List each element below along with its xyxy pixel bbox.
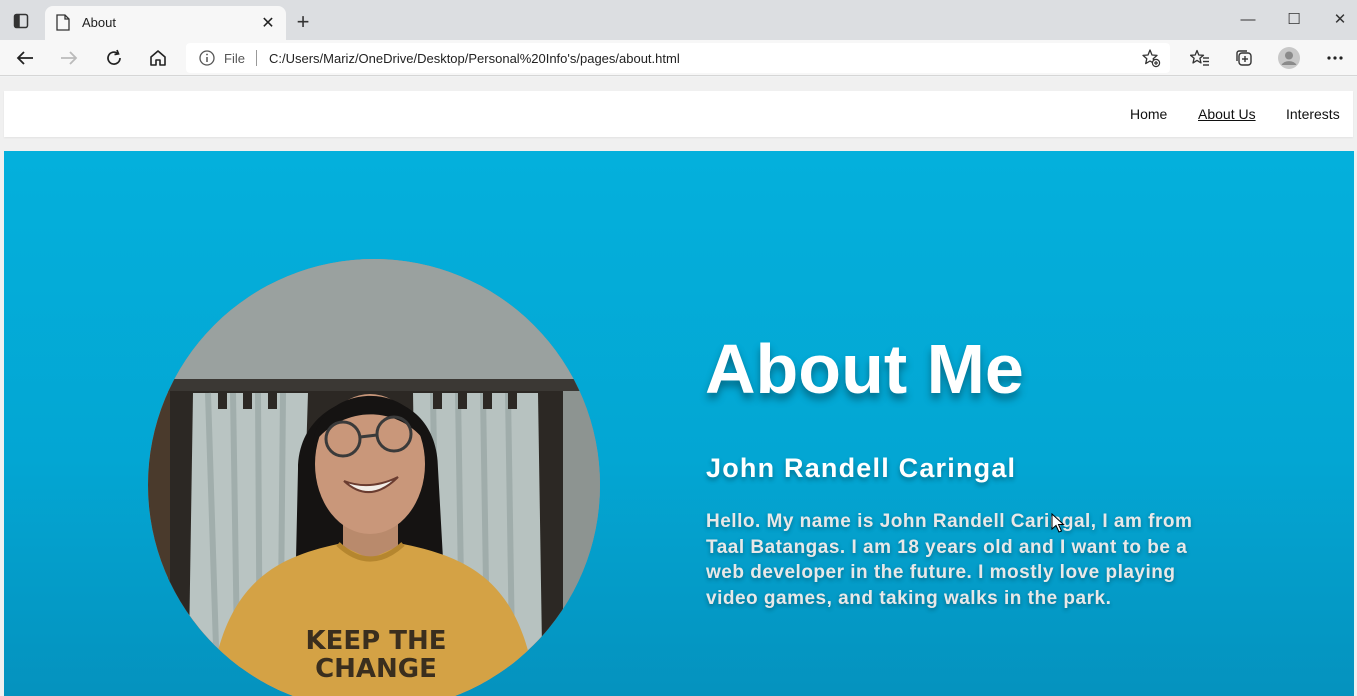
minimize-button[interactable]: — [1233,8,1263,30]
tab-close-icon[interactable]: ✕ [258,13,278,33]
svg-text:KEEP THE: KEEP THE [305,626,446,656]
address-separator [256,50,257,66]
info-icon[interactable] [199,50,215,66]
person-name: John Randell Caringal [706,453,1017,483]
favorites-icon[interactable] [1187,46,1213,70]
nav-link-interests[interactable]: Interests [1286,106,1340,122]
about-title: About Me [705,330,1024,408]
new-tab-button[interactable]: + [292,11,314,33]
tab-strip: About ✕ + — ☐ ✕ [0,0,1357,40]
address-url[interactable]: C:/Users/Mariz/OneDrive/Desktop/Personal… [269,51,680,66]
address-bar[interactable]: File C:/Users/Mariz/OneDrive/Desktop/Per… [186,43,1170,73]
home-icon[interactable] [145,46,171,70]
site-navbar: Home About Us Interests [4,91,1353,137]
about-hero-section: KEEP THE CHANGE About Me John Randell Ca… [4,151,1354,696]
nav-link-about-us[interactable]: About Us [1198,106,1256,122]
add-favorite-icon[interactable] [1140,47,1162,69]
svg-text:CHANGE: CHANGE [315,654,437,684]
bio-paragraph: Hello. My name is John Randell Caringal,… [706,511,1193,609]
profile-icon[interactable] [1276,46,1302,70]
address-scheme-label: File [224,51,245,66]
reload-icon[interactable] [101,46,127,70]
tab-sidebar-icon[interactable] [10,11,32,31]
nav-link-home[interactable]: Home [1130,106,1167,122]
back-arrow-icon[interactable] [12,46,38,70]
collections-icon[interactable] [1231,46,1257,70]
browser-tab[interactable]: About ✕ [45,6,286,40]
tab-title: About [82,15,116,30]
forward-arrow-icon[interactable] [56,46,82,70]
maximize-button[interactable]: ☐ [1279,8,1309,30]
page-icon [56,14,72,32]
page-viewport: Home About Us Interests KEEP THE CHANGE … [0,77,1357,696]
browser-toolbar: File C:/Users/Mariz/OneDrive/Desktop/Per… [0,40,1357,76]
close-window-button[interactable]: ✕ [1325,8,1355,30]
more-options-icon[interactable] [1322,46,1348,70]
mouse-cursor-icon [1051,513,1065,533]
profile-photo: KEEP THE CHANGE [148,259,600,696]
